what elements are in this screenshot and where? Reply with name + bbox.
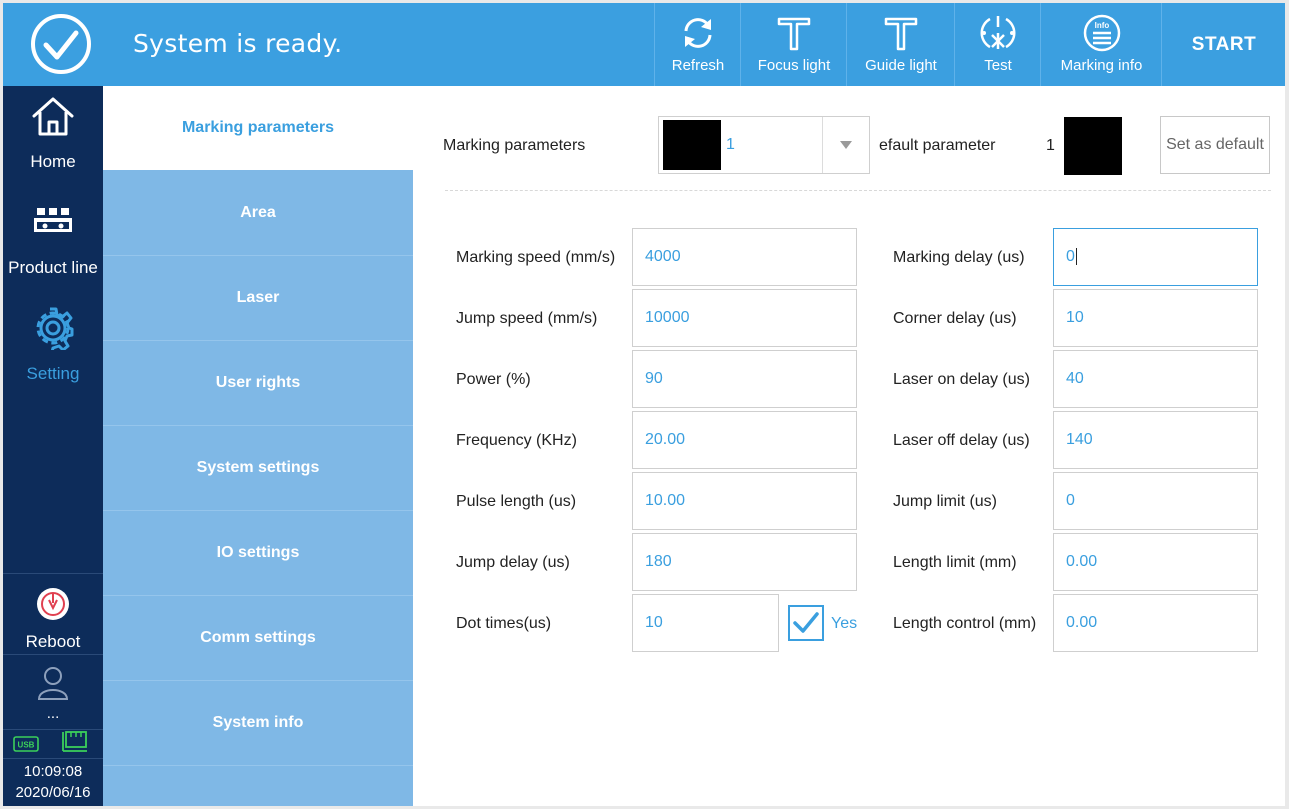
jump-limit-input[interactable]: 0: [1053, 472, 1258, 530]
param-label: Laser off delay (us): [893, 432, 1030, 449]
laser-off-delay-input[interactable]: 140: [1053, 411, 1258, 469]
usb-icon: USB: [13, 736, 39, 752]
chevron-down-icon: [840, 141, 852, 149]
app-window: System is ready. Refresh Focus light Gui…: [3, 3, 1285, 806]
nav-home-label: Home: [30, 152, 76, 171]
nav-item-setting[interactable]: Setting: [3, 298, 103, 404]
dropdown-arrow[interactable]: [822, 117, 869, 173]
product-line-icon: [34, 208, 72, 232]
default-parameter-swatch: [1064, 117, 1122, 175]
gear-icon: [36, 307, 74, 350]
nav-product-line-label: Product line: [8, 258, 98, 277]
marking-info-label: Marking info: [1060, 57, 1143, 74]
settings-menu-marking-parameters[interactable]: Marking parameters: [103, 86, 413, 170]
focus-light-label: Focus light: [757, 57, 831, 74]
jump-delay-input[interactable]: 180: [632, 533, 857, 591]
pulse-length-input[interactable]: 10.00: [632, 472, 857, 530]
nav-item-home[interactable]: Home: [3, 86, 103, 192]
test-button[interactable]: Test: [954, 3, 1041, 86]
param-label: Dot times(us): [456, 615, 552, 632]
param-label: Jump limit (us): [893, 493, 998, 510]
default-parameter-value: 1: [1046, 137, 1055, 154]
settings-menu-laser[interactable]: Laser: [103, 256, 413, 341]
guide-light-icon: [884, 17, 918, 51]
test-label: Test: [984, 57, 1012, 74]
marking-speed-input[interactable]: 4000: [632, 228, 857, 286]
start-button[interactable]: START: [1161, 3, 1285, 86]
user-button[interactable]: ...: [3, 655, 103, 729]
reboot-button[interactable]: Reboot: [3, 574, 103, 654]
check-circle-icon: [31, 14, 91, 74]
param-label: Marking delay (us): [893, 249, 1025, 266]
param-label: Corner delay (us): [893, 310, 1017, 327]
corner-delay-input[interactable]: 10: [1053, 289, 1258, 347]
focus-light-icon: [777, 17, 811, 51]
marking-info-button[interactable]: Info Marking info: [1040, 3, 1162, 86]
laser-on-delay-input[interactable]: 40: [1053, 350, 1258, 408]
reboot-icon: [37, 588, 69, 620]
param-label: Jump delay (us): [456, 554, 570, 571]
refresh-icon: [684, 18, 712, 48]
param-label: Length control (mm): [893, 615, 1037, 632]
refresh-button[interactable]: Refresh: [654, 3, 741, 86]
refresh-label: Refresh: [671, 57, 725, 74]
dot-times-checkbox-label: Yes: [831, 615, 858, 632]
nav-item-product-line[interactable]: Product line: [3, 192, 103, 298]
parameter-select-value: 1: [726, 136, 735, 153]
guide-light-button[interactable]: Guide light: [846, 3, 955, 86]
network-icon: [62, 731, 87, 752]
info-icon-text: Info: [1094, 21, 1109, 30]
clock-date: 2020/06/16: [15, 784, 91, 801]
settings-menu-area[interactable]: Area: [103, 171, 413, 256]
left-nav: Home Product line Setting Reboot ... USB…: [3, 86, 103, 806]
marking-info-icon: Info: [1083, 14, 1120, 52]
parameter-select[interactable]: 1: [658, 116, 870, 174]
usb-text: USB: [18, 741, 35, 750]
settings-menu-io-settings[interactable]: IO settings: [103, 511, 413, 596]
nav-setting-label: Setting: [26, 364, 80, 383]
param-label: Pulse length (us): [456, 493, 577, 510]
param-label: Marking speed (mm/s): [456, 249, 616, 266]
param-label: Power (%): [456, 371, 531, 388]
top-bar: System is ready. Refresh Focus light Gui…: [3, 3, 1285, 86]
checkmark-icon: [793, 612, 819, 633]
nav-divider: [3, 758, 103, 759]
user-label: ...: [46, 705, 60, 722]
param-label: Length limit (mm): [893, 554, 1017, 571]
guide-light-label: Guide light: [865, 57, 937, 74]
default-parameter-label: efault parameter: [879, 137, 996, 154]
settings-menu-system-info[interactable]: System info: [103, 681, 413, 766]
marking-delay-value: 0: [1066, 248, 1075, 265]
dot-times-checkbox[interactable]: [788, 605, 824, 641]
param-label: Laser on delay (us): [893, 371, 1030, 388]
test-icon: [980, 16, 1016, 49]
settings-menu-user-rights[interactable]: User rights: [103, 341, 413, 426]
frequency-input[interactable]: 20.00: [632, 411, 857, 469]
status-text: System is ready.: [133, 29, 343, 58]
length-control-input[interactable]: 0.00: [1053, 594, 1258, 652]
home-icon: [32, 97, 74, 136]
param-label: Frequency (KHz): [456, 432, 577, 449]
text-caret: [1075, 248, 1077, 266]
marking-delay-input[interactable]: 0: [1053, 228, 1258, 286]
parameter-color-swatch: [663, 120, 721, 170]
power-input[interactable]: 90: [632, 350, 857, 408]
jump-speed-input[interactable]: 10000: [632, 289, 857, 347]
clock-time: 10:09:08: [23, 763, 83, 780]
settings-menu: Marking parameters Area Laser User right…: [103, 86, 413, 806]
marking-parameters-panel: Marking parameters 1 efault parameter 1 …: [413, 86, 1285, 806]
param-label: Jump speed (mm/s): [456, 310, 598, 327]
length-limit-input[interactable]: 0.00: [1053, 533, 1258, 591]
set-as-default-button[interactable]: Set as default: [1160, 116, 1270, 174]
user-icon: [37, 667, 69, 700]
dot-times-input[interactable]: 10: [632, 594, 779, 652]
settings-menu-comm-settings[interactable]: Comm settings: [103, 596, 413, 681]
marking-parameters-label: Marking parameters: [443, 137, 586, 154]
focus-light-button[interactable]: Focus light: [740, 3, 847, 86]
settings-menu-system-settings[interactable]: System settings: [103, 426, 413, 511]
reboot-label: Reboot: [25, 632, 81, 651]
header-divider: [445, 190, 1271, 191]
